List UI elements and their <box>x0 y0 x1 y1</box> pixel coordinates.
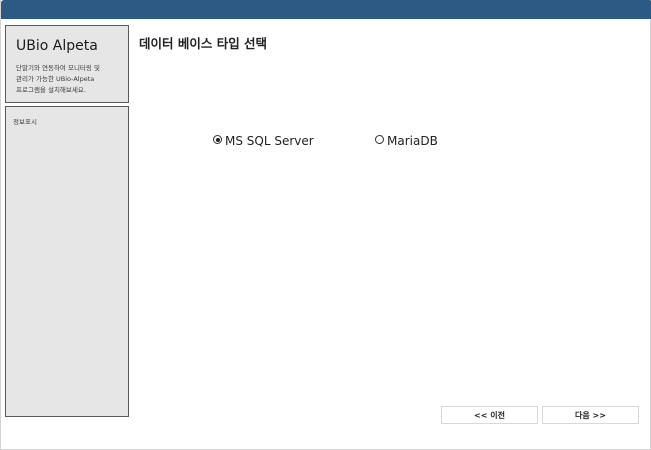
radio-option-mariadb[interactable]: MariaDB <box>375 134 438 148</box>
info-display-panel: 정보표시 <box>5 106 129 417</box>
installer-window: UBio Alpeta 단말기와 연동하여 모니터링 및 관리가 가능한 UBi… <box>0 0 651 450</box>
radio-label-mssql[interactable]: MS SQL Server <box>225 134 314 148</box>
page-title: 데이터 베이스 타입 선택 <box>139 36 268 51</box>
radio-option-mssql[interactable]: MS SQL Server <box>213 134 314 148</box>
radio-label-mariadb[interactable]: MariaDB <box>387 134 438 148</box>
next-button[interactable]: 다음 >> <box>542 406 639 424</box>
previous-button[interactable]: << 이전 <box>441 406 538 424</box>
info-display-label: 정보표시 <box>13 118 37 126</box>
app-name: UBio Alpeta <box>16 38 98 54</box>
title-bar[interactable] <box>1 0 651 19</box>
radio-button-checked-icon[interactable] <box>213 135 222 144</box>
radio-button-unchecked-icon[interactable] <box>375 135 384 144</box>
app-description: 단말기와 연동하여 모니터링 및 관리가 가능한 UBio-Alpeta 프로그… <box>16 64 100 94</box>
product-info-panel: UBio Alpeta 단말기와 연동하여 모니터링 및 관리가 가능한 UBi… <box>5 25 129 103</box>
